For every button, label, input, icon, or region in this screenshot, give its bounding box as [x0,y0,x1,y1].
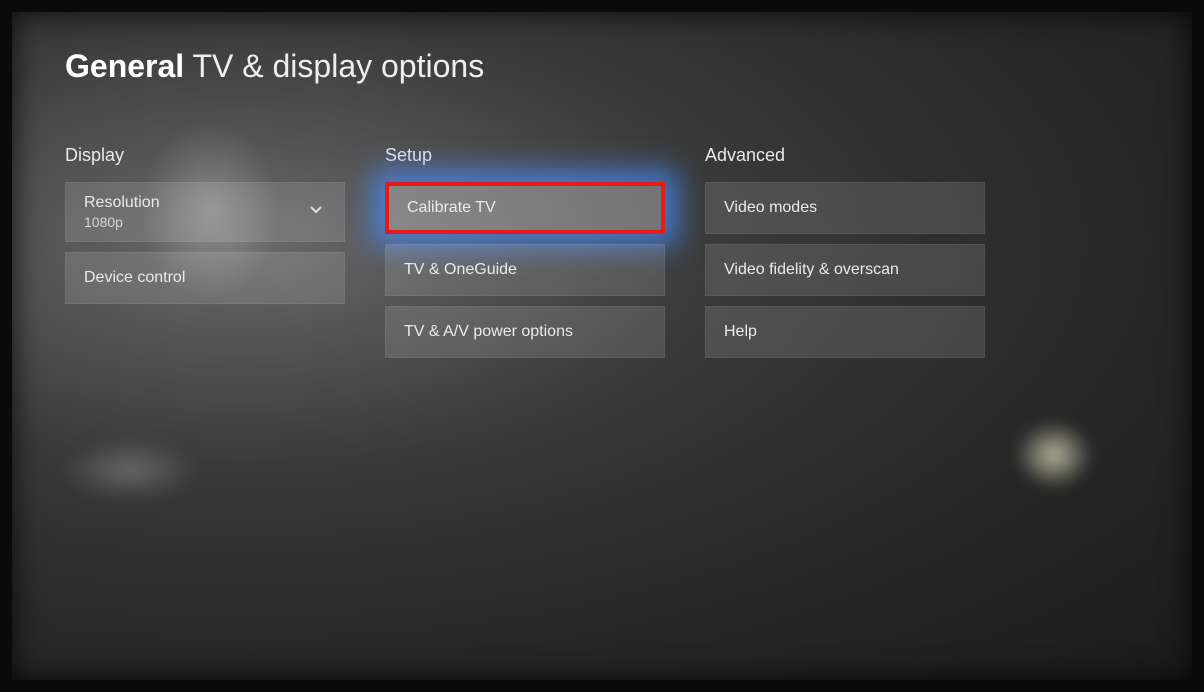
columns-container: Display Resolution 1080p Device control … [65,145,1139,368]
calibrate-tv-label: Calibrate TV [407,199,496,217]
device-control-label: Device control [84,269,185,287]
tv-oneguide-label: TV & OneGuide [404,261,517,279]
help-label: Help [724,323,757,341]
calibrate-tv-button[interactable]: Calibrate TV [385,182,665,234]
column-display: Display Resolution 1080p Device control [65,145,345,368]
video-fidelity-label: Video fidelity & overscan [724,261,899,279]
breadcrumb-current: TV & display options [192,48,484,84]
column-setup: Setup Calibrate TV TV & OneGuide TV & A/… [385,145,665,368]
screen-glare [1014,420,1094,490]
resolution-value: 1080p [84,214,123,230]
tv-av-power-label: TV & A/V power options [404,323,573,341]
video-modes-label: Video modes [724,199,817,217]
video-fidelity-button[interactable]: Video fidelity & overscan [705,244,985,296]
column-header-display: Display [65,145,345,166]
screen-glare [60,440,200,500]
chevron-down-icon [306,200,326,225]
column-header-advanced: Advanced [705,145,985,166]
page-title: General TV & display options [65,48,1139,85]
video-modes-button[interactable]: Video modes [705,182,985,234]
device-control-button[interactable]: Device control [65,252,345,304]
settings-screen: General TV & display options Display Res… [0,0,1204,692]
help-button[interactable]: Help [705,306,985,358]
breadcrumb-root: General [65,48,184,84]
resolution-label: Resolution [84,194,160,212]
column-header-setup: Setup [385,145,665,166]
tv-oneguide-button[interactable]: TV & OneGuide [385,244,665,296]
resolution-dropdown[interactable]: Resolution 1080p [65,182,345,242]
column-advanced: Advanced Video modes Video fidelity & ov… [705,145,985,368]
tv-av-power-button[interactable]: TV & A/V power options [385,306,665,358]
